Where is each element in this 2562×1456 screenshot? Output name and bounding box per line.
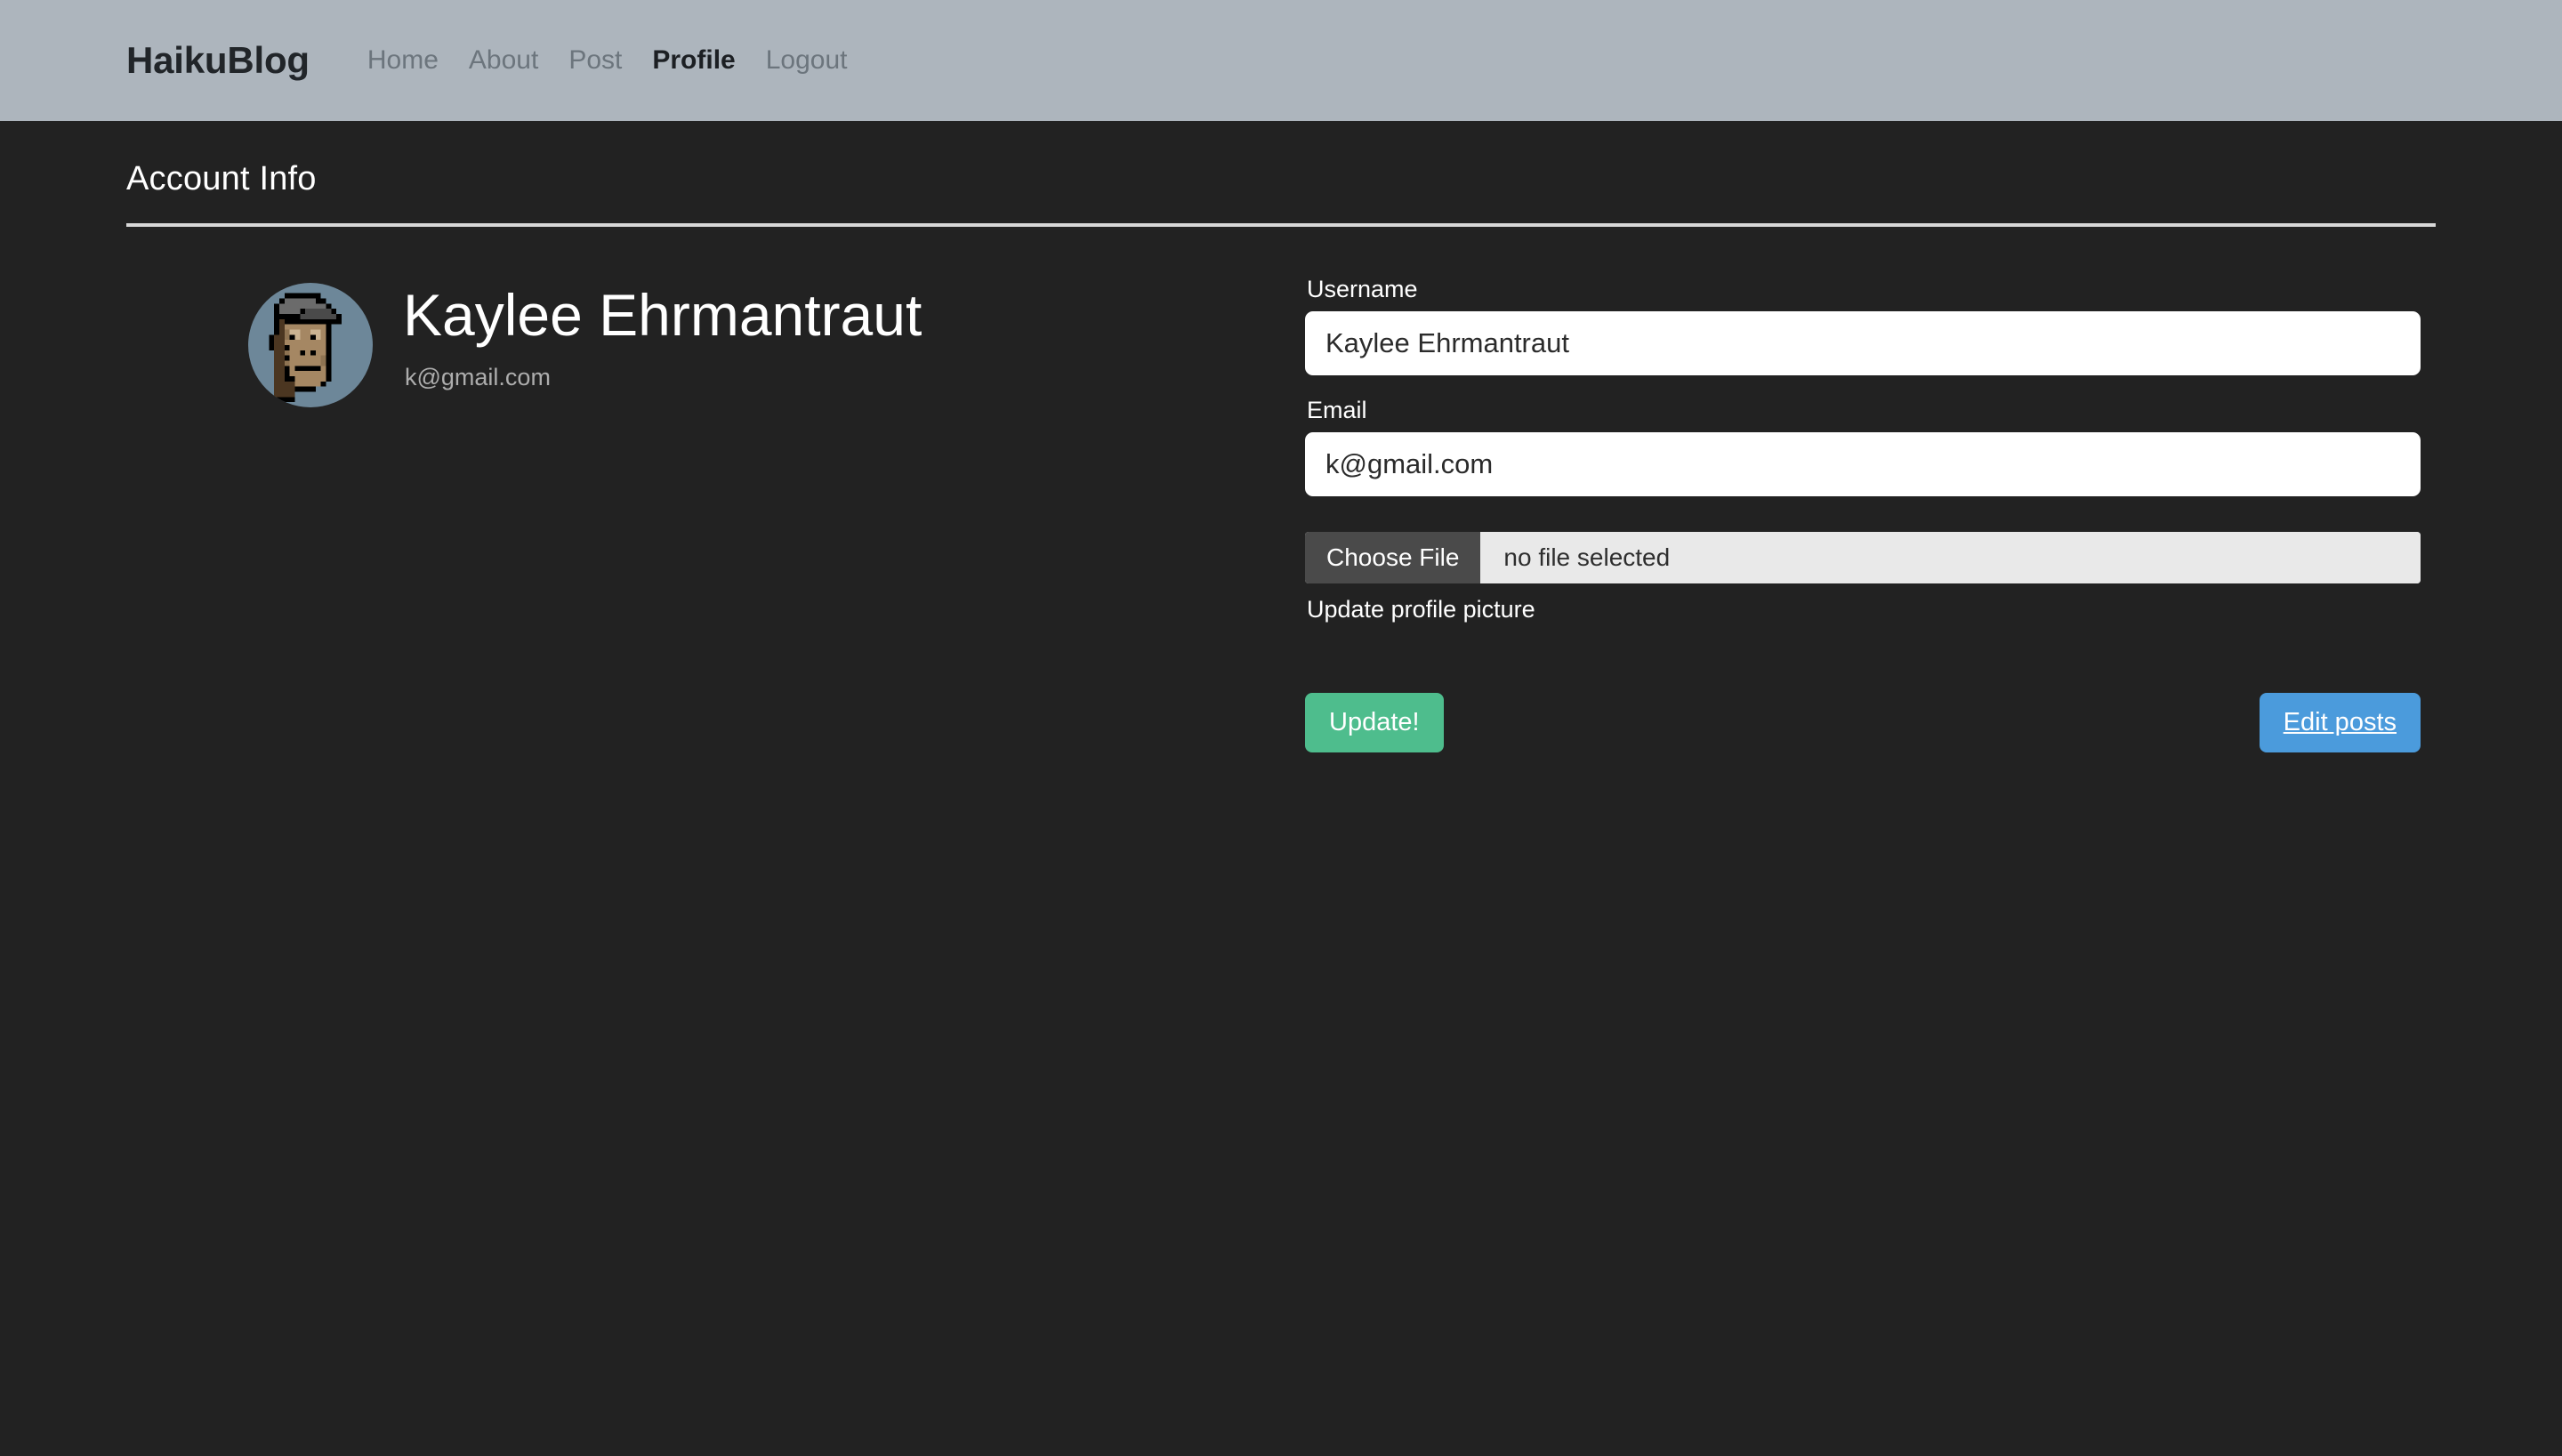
username-label: Username: [1307, 276, 1418, 302]
nav-item-logout: Logout: [751, 47, 863, 74]
identity-block: Kaylee Ehrmantraut k@gmail.com: [373, 276, 922, 391]
email-group: Email: [1305, 397, 2421, 496]
profile-picture-help-text: Update profile picture: [1307, 596, 1535, 623]
pixel-punk-avatar-icon: [269, 293, 342, 403]
page-title: Account Info: [126, 160, 317, 197]
profile-row: Kaylee Ehrmantraut k@gmail.com Username …: [126, 227, 2436, 753]
profile-display-name: Kaylee Ehrmantraut: [403, 282, 922, 348]
brand-logo[interactable]: HaikuBlog: [126, 39, 310, 82]
nav-link-home[interactable]: Home: [352, 45, 454, 75]
account-info-form: Username Email Choose File no file selec…: [1305, 276, 2562, 753]
profile-picture-group: Choose File no file selected Update prof…: [1305, 532, 2421, 623]
form-actions: Update! Edit posts: [1305, 693, 2421, 753]
username-group: Username: [1305, 276, 2421, 375]
nav-link-about[interactable]: About: [454, 45, 553, 75]
nav-item-home: Home: [352, 47, 454, 74]
nav-links: Home About Post Profile Logout: [352, 47, 863, 74]
profile-summary: Kaylee Ehrmantraut k@gmail.com: [126, 276, 1305, 407]
email-label: Email: [1307, 397, 1367, 423]
nav-item-post: Post: [553, 47, 637, 74]
username-input[interactable]: [1305, 311, 2421, 375]
avatar: [248, 283, 373, 407]
profile-email: k@gmail.com: [405, 364, 551, 391]
file-status-text: no file selected: [1480, 532, 2421, 583]
nav-link-profile[interactable]: Profile: [637, 45, 750, 75]
main-navbar: HaikuBlog Home About Post Profile Logout: [0, 0, 2562, 121]
form-spacer: [1305, 375, 2421, 397]
form-spacer-file: [1305, 496, 2421, 532]
nav-link-logout[interactable]: Logout: [751, 45, 863, 75]
email-input[interactable]: [1305, 432, 2421, 496]
nav-item-about: About: [454, 47, 553, 74]
page-content: Account Info Kaylee Ehrmantraut k@gmail.…: [0, 121, 2562, 753]
update-button[interactable]: Update!: [1305, 693, 1444, 753]
nav-item-profile: Profile: [637, 47, 750, 74]
edit-posts-button[interactable]: Edit posts: [2259, 693, 2421, 753]
file-input[interactable]: Choose File no file selected: [1305, 532, 2421, 583]
choose-file-button[interactable]: Choose File: [1305, 532, 1481, 583]
nav-link-post[interactable]: Post: [553, 45, 637, 75]
